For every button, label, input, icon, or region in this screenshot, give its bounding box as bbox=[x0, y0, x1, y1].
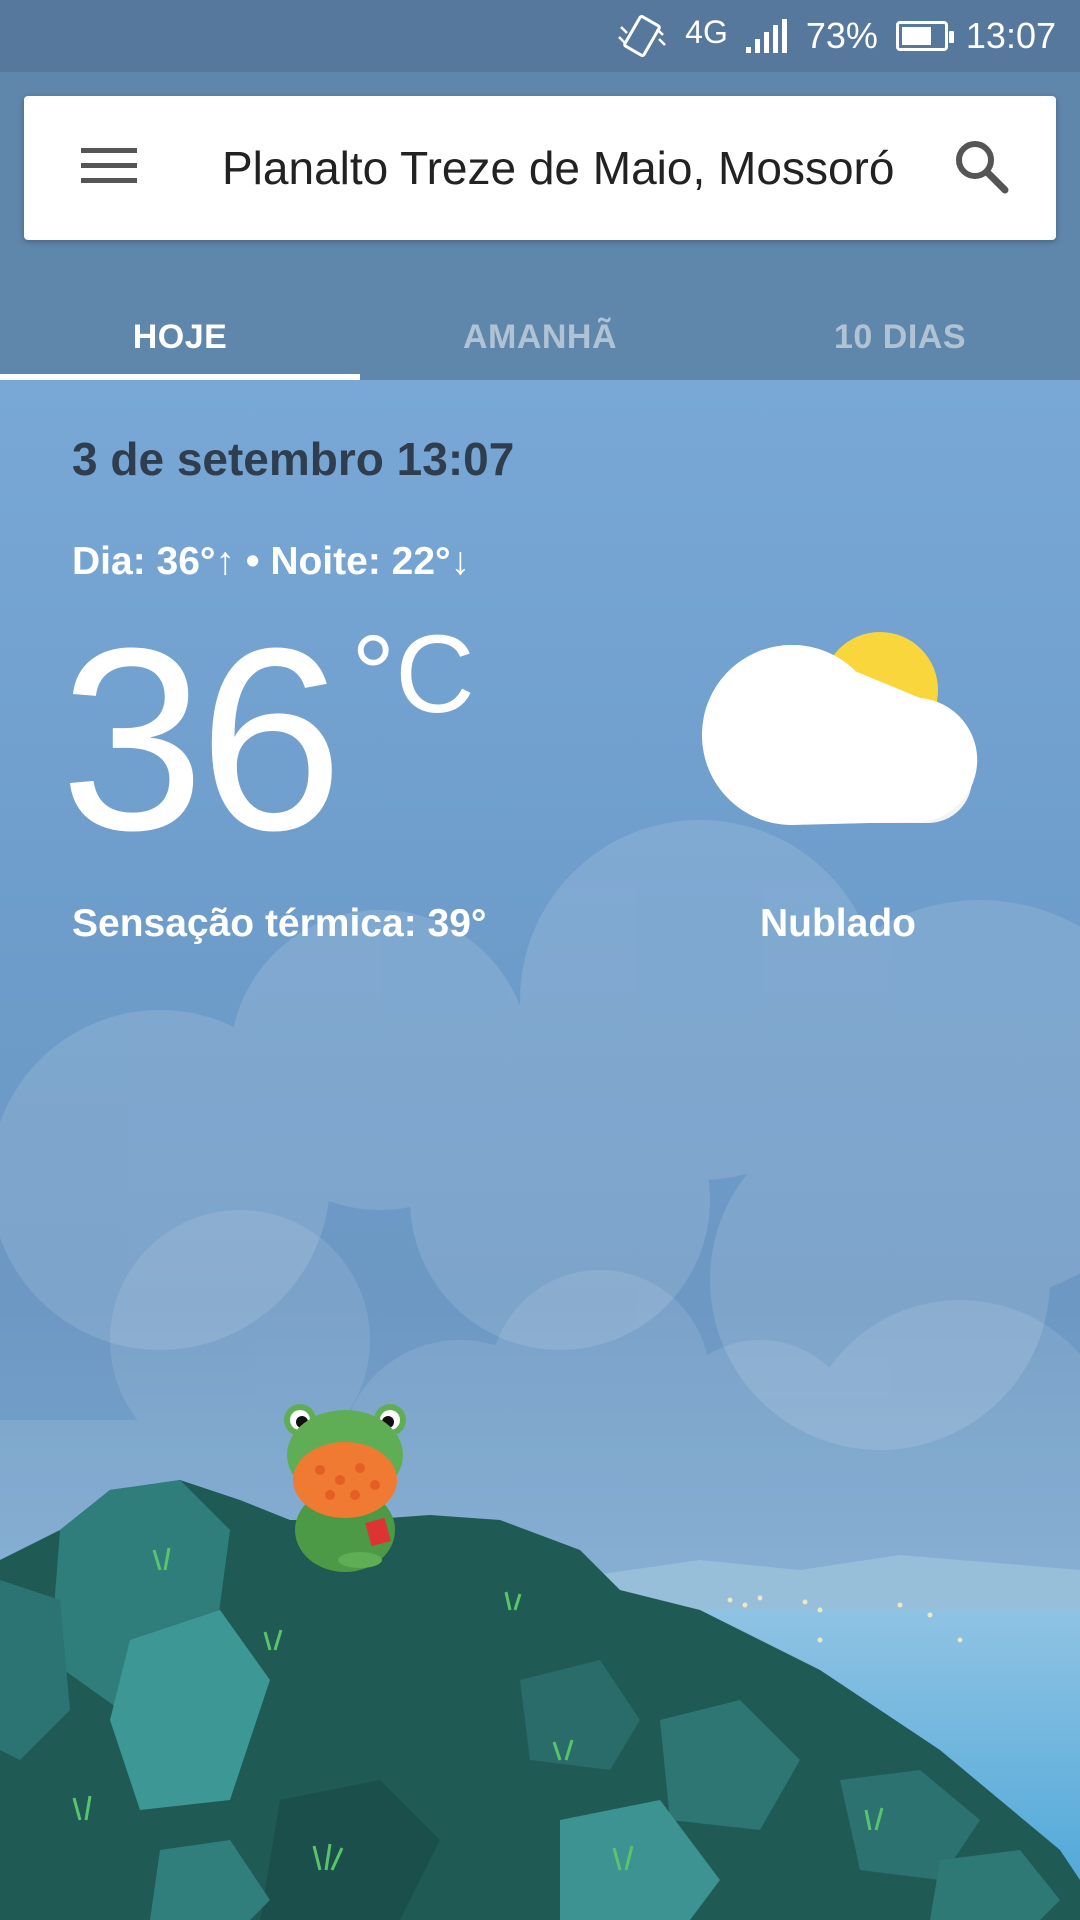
date-time: 3 de setembro 13:07 bbox=[72, 433, 515, 485]
tab-today[interactable]: HOJE bbox=[0, 306, 360, 380]
search-bar[interactable]: Planalto Treze de Maio, Mossoró bbox=[24, 96, 1056, 240]
partly-cloudy-icon bbox=[700, 625, 980, 835]
tab-bar: HOJE AMANHÃ 10 DIAS bbox=[0, 306, 1080, 380]
weather-app: 4G 73% 13:07 Planalto Treze de Maio, Mos… bbox=[0, 0, 1080, 1920]
day-night-temps: Dia: 36°↑ • Noite: 22°↓ bbox=[72, 540, 471, 583]
frog-illustration bbox=[284, 1404, 406, 1572]
tab-tomorrow[interactable]: AMANHÃ bbox=[360, 306, 720, 380]
network-type: 4G bbox=[685, 13, 728, 50]
location-search-input[interactable]: Planalto Treze de Maio, Mossoró bbox=[194, 141, 906, 195]
weather-panel: 3 de setembro 13:07 Dia: 36°↑ • Noite: 2… bbox=[0, 380, 1080, 1920]
status-bar: 4G 73% 13:07 bbox=[0, 0, 1080, 72]
menu-icon bbox=[81, 146, 137, 191]
condition-label: Nublado bbox=[760, 902, 916, 945]
app-header: Planalto Treze de Maio, Mossoró HOJE AMA… bbox=[0, 72, 1080, 380]
tab-10-days[interactable]: 10 DIAS bbox=[720, 306, 1080, 380]
search-button[interactable] bbox=[906, 96, 1056, 240]
temperature-value: 36 bbox=[60, 595, 343, 885]
search-icon bbox=[953, 138, 1009, 199]
current-temperature: 36 °C bbox=[60, 610, 475, 870]
signal-icon bbox=[745, 19, 788, 53]
vibrate-icon bbox=[617, 13, 667, 59]
battery-percent: 73% bbox=[805, 15, 878, 56]
menu-button[interactable] bbox=[24, 96, 194, 240]
battery-icon bbox=[895, 21, 954, 51]
battery-fill bbox=[901, 27, 932, 45]
feels-like: Sensação térmica: 39° bbox=[72, 902, 487, 945]
clock: 13:07 bbox=[965, 15, 1056, 56]
temperature-unit: °C bbox=[351, 613, 475, 736]
